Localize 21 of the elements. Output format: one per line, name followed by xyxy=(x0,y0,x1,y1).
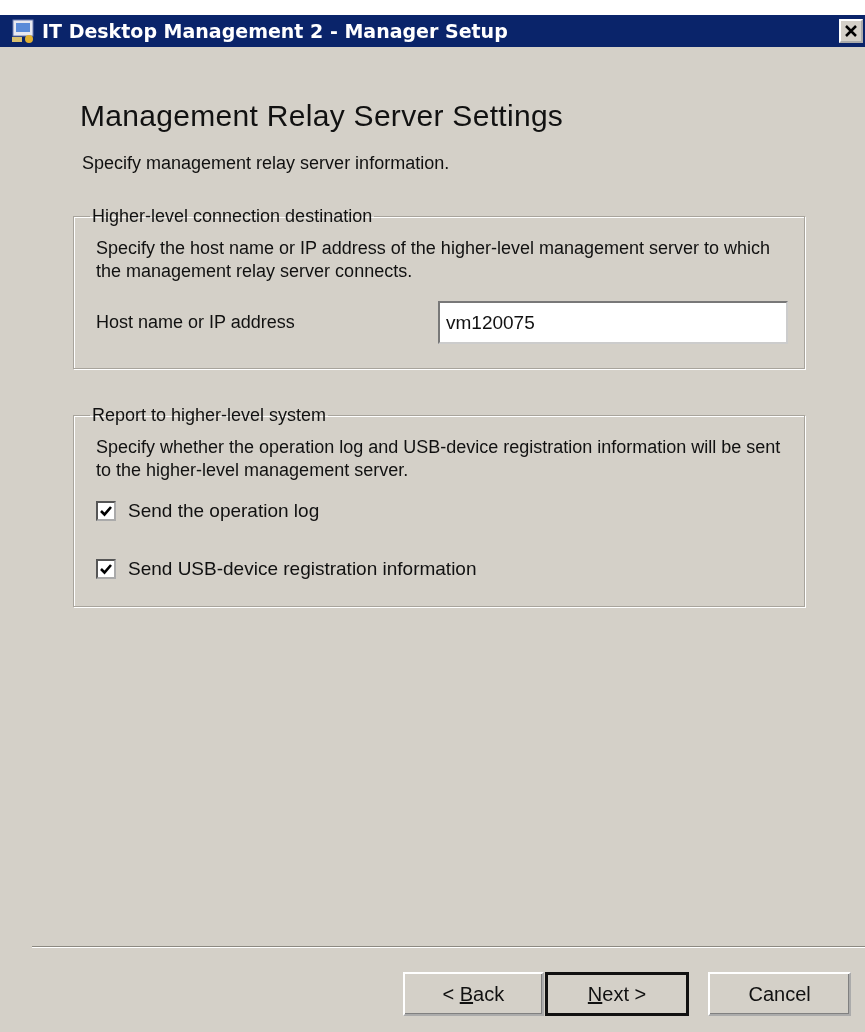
close-button[interactable] xyxy=(839,19,863,43)
checkmark-icon xyxy=(99,504,113,518)
checkbox-label: Send USB-device registration information xyxy=(128,558,477,580)
group-description: Specify the host name or IP address of the higher-level management server to which the management relay server connects. xyxy=(96,237,772,283)
cancel-button[interactable]: Cancel xyxy=(708,972,851,1016)
group-title: Higher-level connection destination xyxy=(91,206,374,227)
app-icon xyxy=(10,18,36,44)
group-description: Specify whether the operation log and USB-device registration information will be sent to the higher-level management server. xyxy=(96,436,782,482)
checkbox[interactable] xyxy=(96,559,116,579)
page-subtitle: Specify management relay server information. xyxy=(82,153,451,174)
window-title: IT Desktop Management 2 - Manager Setup xyxy=(42,20,509,42)
group-title: Report to higher-level system xyxy=(91,405,328,426)
close-icon xyxy=(844,24,858,38)
checkbox[interactable] xyxy=(96,501,116,521)
back-button[interactable]: < Back xyxy=(403,972,544,1016)
field-label: Host name or IP address xyxy=(96,312,296,333)
page-heading: Management Relay Server Settings xyxy=(80,99,565,133)
checkbox-label: Send the operation log xyxy=(128,500,320,522)
next-button[interactable]: Next > xyxy=(544,972,690,1016)
host-input-field[interactable]: vm120075 xyxy=(438,301,788,344)
checkmark-icon xyxy=(99,562,113,576)
